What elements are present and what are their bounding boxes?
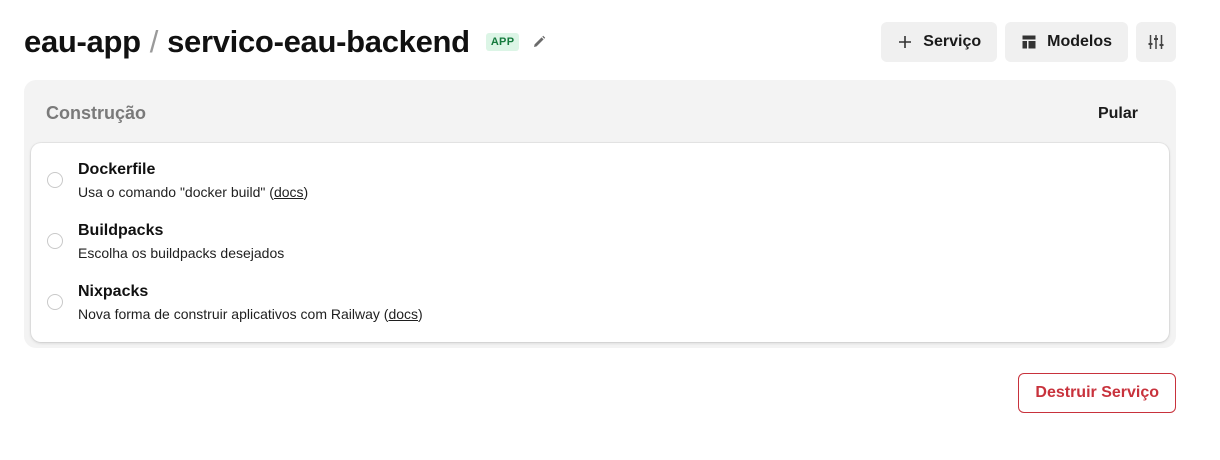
builder-option-dockerfile[interactable]: Dockerfile Usa o comando "docker build" … [31, 160, 1169, 221]
option-description: Nova forma de construir aplicativos com … [78, 305, 423, 323]
skip-button[interactable]: Pular [1098, 105, 1138, 123]
option-text: Nixpacks Nova forma de construir aplicat… [78, 282, 423, 323]
templates-button[interactable]: Modelos [1005, 22, 1128, 62]
builder-options: Dockerfile Usa o comando "docker build" … [31, 143, 1169, 342]
project-name[interactable]: eau-app [24, 24, 141, 60]
pencil-icon[interactable] [532, 35, 546, 49]
add-service-button[interactable]: Serviço [881, 22, 998, 62]
app-badge: APP [485, 33, 520, 51]
build-panel-header: Construção Pular [46, 103, 1138, 124]
radio-button[interactable] [47, 294, 63, 310]
option-description-text: Nova forma de construir aplicativos com … [78, 306, 389, 322]
option-name: Dockerfile [78, 161, 156, 178]
option-name: Nixpacks [78, 283, 149, 300]
build-panel-title: Construção [46, 103, 147, 123]
service-name: servico-eau-backend [167, 24, 470, 59]
option-description: Usa o comando "docker build" (docs) [78, 183, 308, 201]
header-actions: Serviço Modelos [881, 22, 1176, 62]
sliders-icon [1147, 33, 1165, 51]
option-description-text: Usa o comando "docker build" ( [78, 184, 274, 200]
service-settings-page: eau-app / servico-eau-backend APP Serviç… [0, 0, 1220, 460]
docs-link[interactable]: docs [274, 184, 304, 200]
title-separator: / [149, 24, 159, 59]
option-description-text: Escolha os buildpacks desejados [78, 245, 285, 261]
add-service-label: Serviço [923, 33, 982, 50]
radio-button[interactable] [47, 172, 63, 188]
option-text: Buildpacks Escolha os buildpacks desejad… [78, 221, 284, 262]
layout-icon [1021, 34, 1037, 50]
page-title: eau-app / servico-eau-backend [24, 24, 470, 60]
builder-option-buildpacks[interactable]: Buildpacks Escolha os buildpacks desejad… [31, 221, 1169, 282]
title-group: eau-app / servico-eau-backend APP [24, 24, 546, 60]
radio-button[interactable] [47, 233, 63, 249]
option-name: Buildpacks [78, 222, 164, 239]
option-description: Escolha os buildpacks desejados [78, 244, 284, 262]
page-header: eau-app / servico-eau-backend APP Serviç… [24, 22, 1176, 62]
docs-link[interactable]: docs [388, 306, 418, 322]
destroy-service-button[interactable]: Destruir Serviço [1018, 373, 1176, 413]
settings-button[interactable] [1136, 22, 1176, 62]
option-description-suffix: ) [303, 184, 309, 200]
builder-option-nixpacks[interactable]: Nixpacks Nova forma de construir aplicat… [31, 282, 1169, 343]
templates-label: Modelos [1047, 33, 1112, 50]
plus-icon [897, 34, 913, 50]
option-text: Dockerfile Usa o comando "docker build" … [78, 160, 308, 201]
option-description-suffix: ) [418, 306, 423, 322]
build-panel: Construção Pular Dockerfile Usa o comand… [24, 80, 1176, 348]
